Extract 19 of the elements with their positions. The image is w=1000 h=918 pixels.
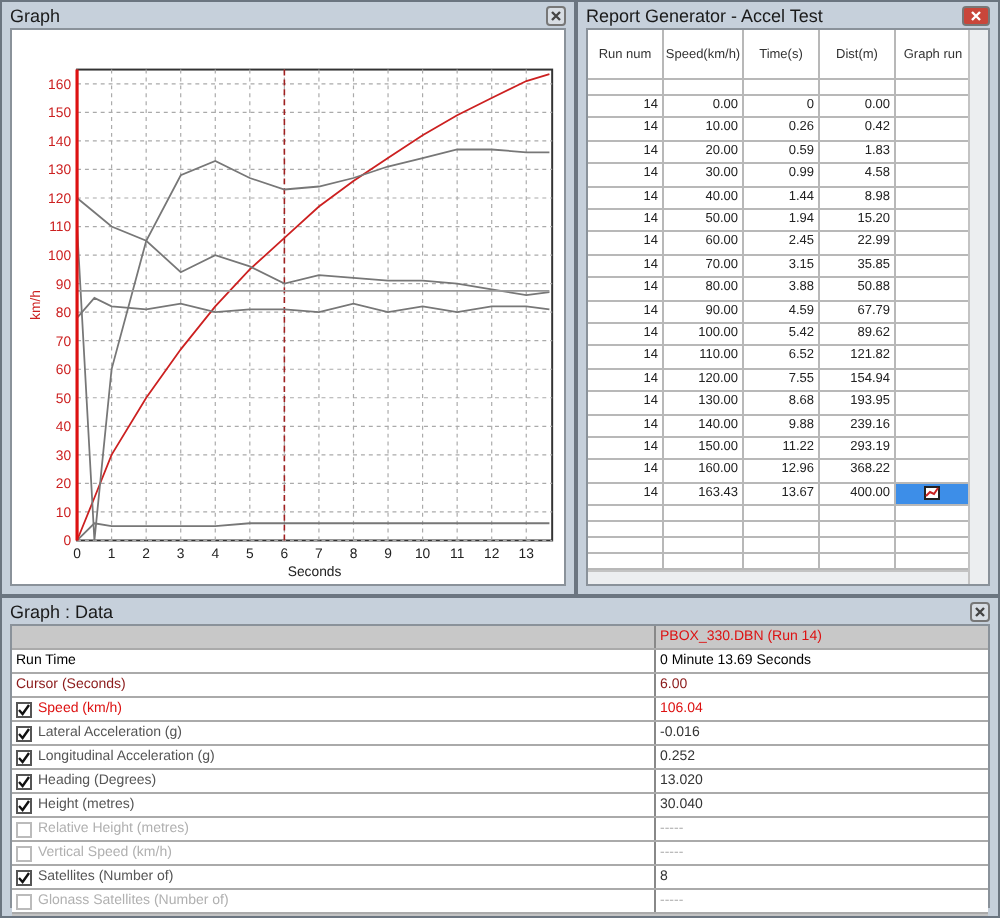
close-icon [970, 9, 982, 21]
checkbox[interactable] [16, 701, 32, 717]
checkbox[interactable] [16, 749, 32, 765]
chart-icon [923, 486, 939, 501]
close-button[interactable] [546, 5, 566, 25]
window-title: Graph : Data [10, 601, 114, 621]
checkbox[interactable] [16, 725, 32, 741]
checkbox[interactable] [16, 869, 32, 885]
window-title: Report Generator - Accel Test [586, 5, 823, 25]
vertical-scrollbar[interactable] [968, 30, 988, 584]
checkbox[interactable] [16, 773, 32, 789]
close-icon [550, 9, 562, 21]
horizontal-scrollbar[interactable] [588, 570, 968, 585]
close-button[interactable] [970, 601, 990, 621]
window-title: Graph [10, 5, 61, 25]
checkbox[interactable] [16, 797, 32, 813]
close-icon [974, 605, 986, 617]
horizontal-scrollbar[interactable] [12, 914, 988, 916]
close-button[interactable] [962, 5, 990, 25]
